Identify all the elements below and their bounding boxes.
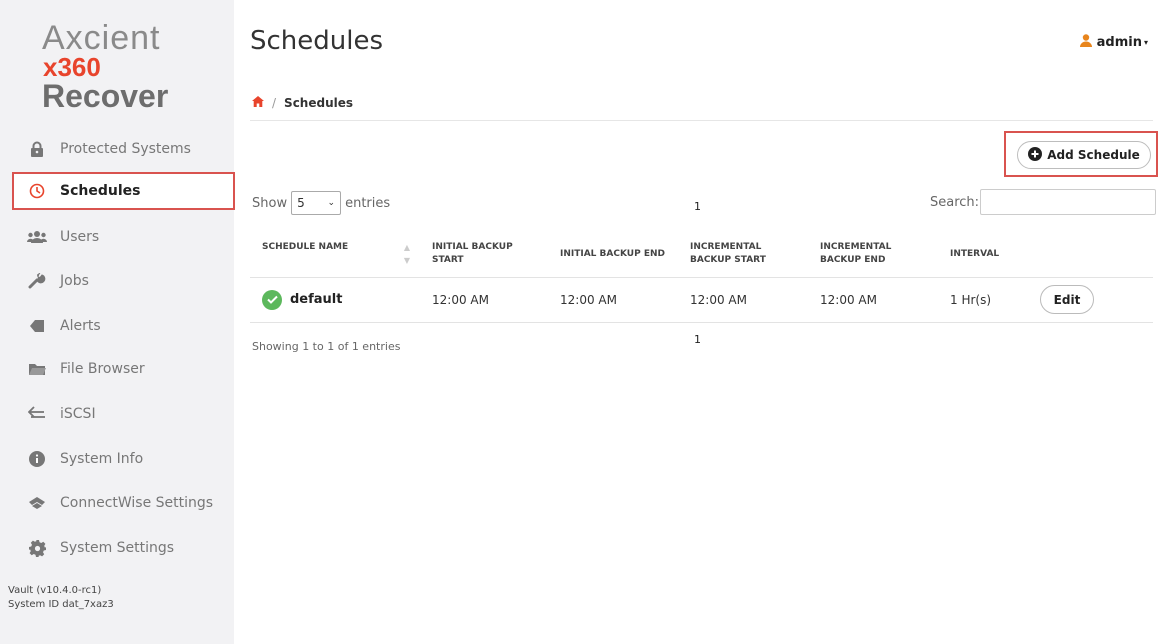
add-schedule-button[interactable]: Add Schedule [1017,141,1151,169]
sidebar: Axcient x360 Recover Protected Systems S… [0,0,235,644]
lock-icon [26,138,48,160]
home-icon[interactable] [252,96,264,110]
sidebar-item-label: File Browser [60,361,145,377]
breadcrumb-separator: / [272,96,277,110]
column-header-interval: INTERVAL [938,232,1028,278]
column-header-label: INITIAL BACKUP START [432,242,513,266]
brand-logo: Axcient x360 Recover [42,19,212,114]
column-header-incremental-start: INCREMENTAL BACKUP START [678,232,808,278]
user-name: admin [1096,35,1142,50]
version-text: Vault (v10.4.0-rc1) [8,585,102,596]
chevron-down-icon: ▾ [1143,38,1148,47]
breadcrumb: / Schedules [252,96,353,110]
search-control: Search: [930,189,1157,215]
column-header-label: SCHEDULE NAME [262,242,349,253]
column-header-incremental-end: INCREMENTAL BACKUP END [808,232,938,278]
sidebar-item-connectwise-settings[interactable]: ConnectWise Settings [12,484,234,522]
user-icon [1079,34,1092,51]
brand-line-3: Recover [42,78,169,114]
sidebar-item-protected-systems[interactable]: Protected Systems [12,130,234,168]
entries-length-control: Show 5 ⌄ entries [252,191,390,215]
entries-label: entries [345,195,391,211]
add-schedule-highlight: Add Schedule [1004,131,1158,177]
column-header-initial-end: INITIAL BACKUP END [548,232,678,278]
version-info: Vault (v10.4.0-rc1) System ID dat_7xaz3 [8,584,114,612]
cell-incremental-end: 12:00 AM [808,277,938,323]
brand-line-1: Axcient [42,19,161,57]
table-info: Showing 1 to 1 of 1 entries [252,340,401,353]
column-header-actions [1028,232,1153,278]
system-id-text: System ID dat_7xaz3 [8,599,114,610]
cell-interval: 1 Hr(s) [938,277,1028,323]
cell-initial-end: 12:00 AM [548,277,678,323]
users-icon [26,226,48,248]
sidebar-item-alerts[interactable]: Alerts [12,307,234,345]
sidebar-item-users[interactable]: Users [12,218,234,256]
info-icon [26,448,48,470]
sidebar-item-system-info[interactable]: System Info [12,440,234,478]
user-menu[interactable]: admin ▾ [1079,34,1148,51]
search-input[interactable] [980,189,1157,215]
main-content: Schedules admin ▾ / Schedules Add Schedu… [234,0,1158,644]
clock-icon [26,180,48,202]
column-header-initial-start: INITIAL BACKUP START [420,232,548,278]
sidebar-item-jobs[interactable]: Jobs [12,262,234,300]
check-circle-icon [262,289,282,310]
sidebar-item-schedules[interactable]: Schedules [12,172,235,210]
sort-icon: ▲ ▼ [403,243,410,266]
table-row: default 12:00 AM 12:00 AM 12:00 AM 12:00… [250,277,1153,323]
sidebar-item-label: iSCSI [60,406,96,422]
edit-button[interactable]: Edit [1040,285,1094,314]
cell-schedule-name: default [250,277,420,323]
gear-icon [26,537,48,559]
sidebar-item-label: System Info [60,451,144,467]
column-header-schedule-name[interactable]: SCHEDULE NAME ▲ ▼ [250,232,420,278]
chevron-down-icon: ⌄ [327,198,336,208]
arrows-icon [26,403,48,425]
cell-incremental-start: 12:00 AM [678,277,808,323]
divider [250,120,1153,121]
cell-initial-start: 12:00 AM [420,277,548,323]
sidebar-item-system-settings[interactable]: System Settings [12,529,234,567]
sidebar-item-label: System Settings [60,540,175,556]
pagination-bottom-page[interactable]: 1 [694,333,701,346]
show-label: Show [252,195,288,211]
sidebar-item-label: Users [60,229,100,245]
brand-line-2: x360 [43,52,101,82]
column-header-label: INCREMENTAL BACKUP END [820,242,892,266]
tag-icon [26,315,48,337]
sidebar-item-label: Alerts [60,318,101,334]
sidebar-item-file-browser[interactable]: File Browser [12,350,234,388]
add-schedule-label: Add Schedule [1047,148,1140,162]
sidebar-item-label: Protected Systems [60,141,191,157]
sidebar-item-label: Schedules [60,183,141,199]
page-title: Schedules [250,26,384,56]
table-header-row: SCHEDULE NAME ▲ ▼ INITIAL BACKUP START IN… [250,232,1153,278]
plus-circle-icon [1028,146,1043,164]
connectwise-icon [26,492,48,514]
pagination-top-page[interactable]: 1 [694,200,701,213]
entries-select[interactable]: 5 ⌄ [291,191,342,215]
wrench-icon [26,270,48,292]
schedule-name: default [290,292,343,307]
entries-select-value: 5 [297,196,305,210]
sidebar-item-iscsi[interactable]: iSCSI [12,395,234,433]
schedules-table: SCHEDULE NAME ▲ ▼ INITIAL BACKUP START IN… [250,232,1153,323]
cell-actions: Edit [1028,277,1153,323]
sidebar-item-label: Jobs [60,273,89,289]
folder-icon [26,358,48,380]
column-header-label: INCREMENTAL BACKUP START [690,242,766,266]
search-label: Search: [930,194,980,210]
sidebar-item-label: ConnectWise Settings [60,495,214,511]
breadcrumb-current: Schedules [284,96,354,110]
